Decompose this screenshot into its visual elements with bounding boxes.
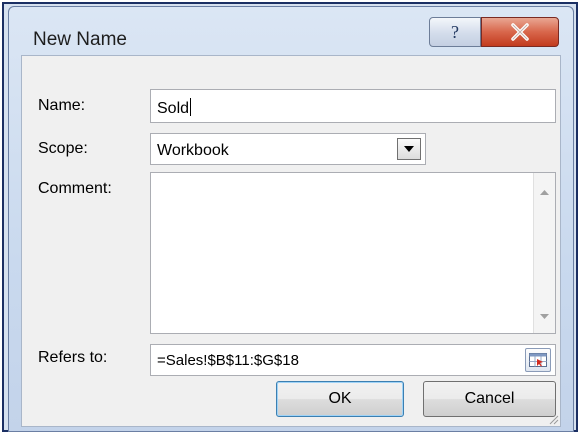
refers-to-input[interactable]: =Sales!$B$11:$G$18 [150,344,556,376]
scope-dropdown-button[interactable] [397,138,421,160]
scroll-up-button[interactable] [534,181,555,203]
title-bar: New Name ? [9,7,573,55]
refers-to-value: =Sales!$B$11:$G$18 [157,352,299,369]
comment-textarea[interactable] [150,172,556,334]
scope-select-value: Workbook [157,142,229,159]
scroll-down-icon [540,313,549,319]
dialog-body: Name: Sold Scope: Workbook Comment: Refe… [21,55,561,427]
help-icon: ? [451,21,459,42]
comment-label: Comment: [38,180,112,197]
scroll-down-button[interactable] [534,305,555,327]
chevron-down-icon [404,146,414,152]
help-button[interactable]: ? [429,17,481,47]
scope-label: Scope: [38,140,88,157]
dialog-title: New Name [33,29,127,50]
name-input-value: Sold [157,100,190,117]
scroll-up-icon [540,189,549,195]
close-button[interactable] [481,17,559,47]
name-label: Name: [38,97,86,114]
collapse-dialog-button[interactable] [525,348,551,372]
ok-button[interactable]: OK [276,381,404,417]
close-icon [511,23,529,41]
resize-grip-icon[interactable] [547,413,559,425]
new-name-dialog: New Name ? Name: Sold Scope: Workbook Co… [8,6,574,432]
range-select-icon [529,353,547,367]
comment-scrollbar[interactable] [533,173,555,333]
cancel-button[interactable]: Cancel [423,381,556,417]
text-caret [190,98,192,116]
refers-to-label: Refers to: [38,349,108,366]
scope-select[interactable]: Workbook [150,133,426,165]
name-input[interactable]: Sold [150,89,556,123]
